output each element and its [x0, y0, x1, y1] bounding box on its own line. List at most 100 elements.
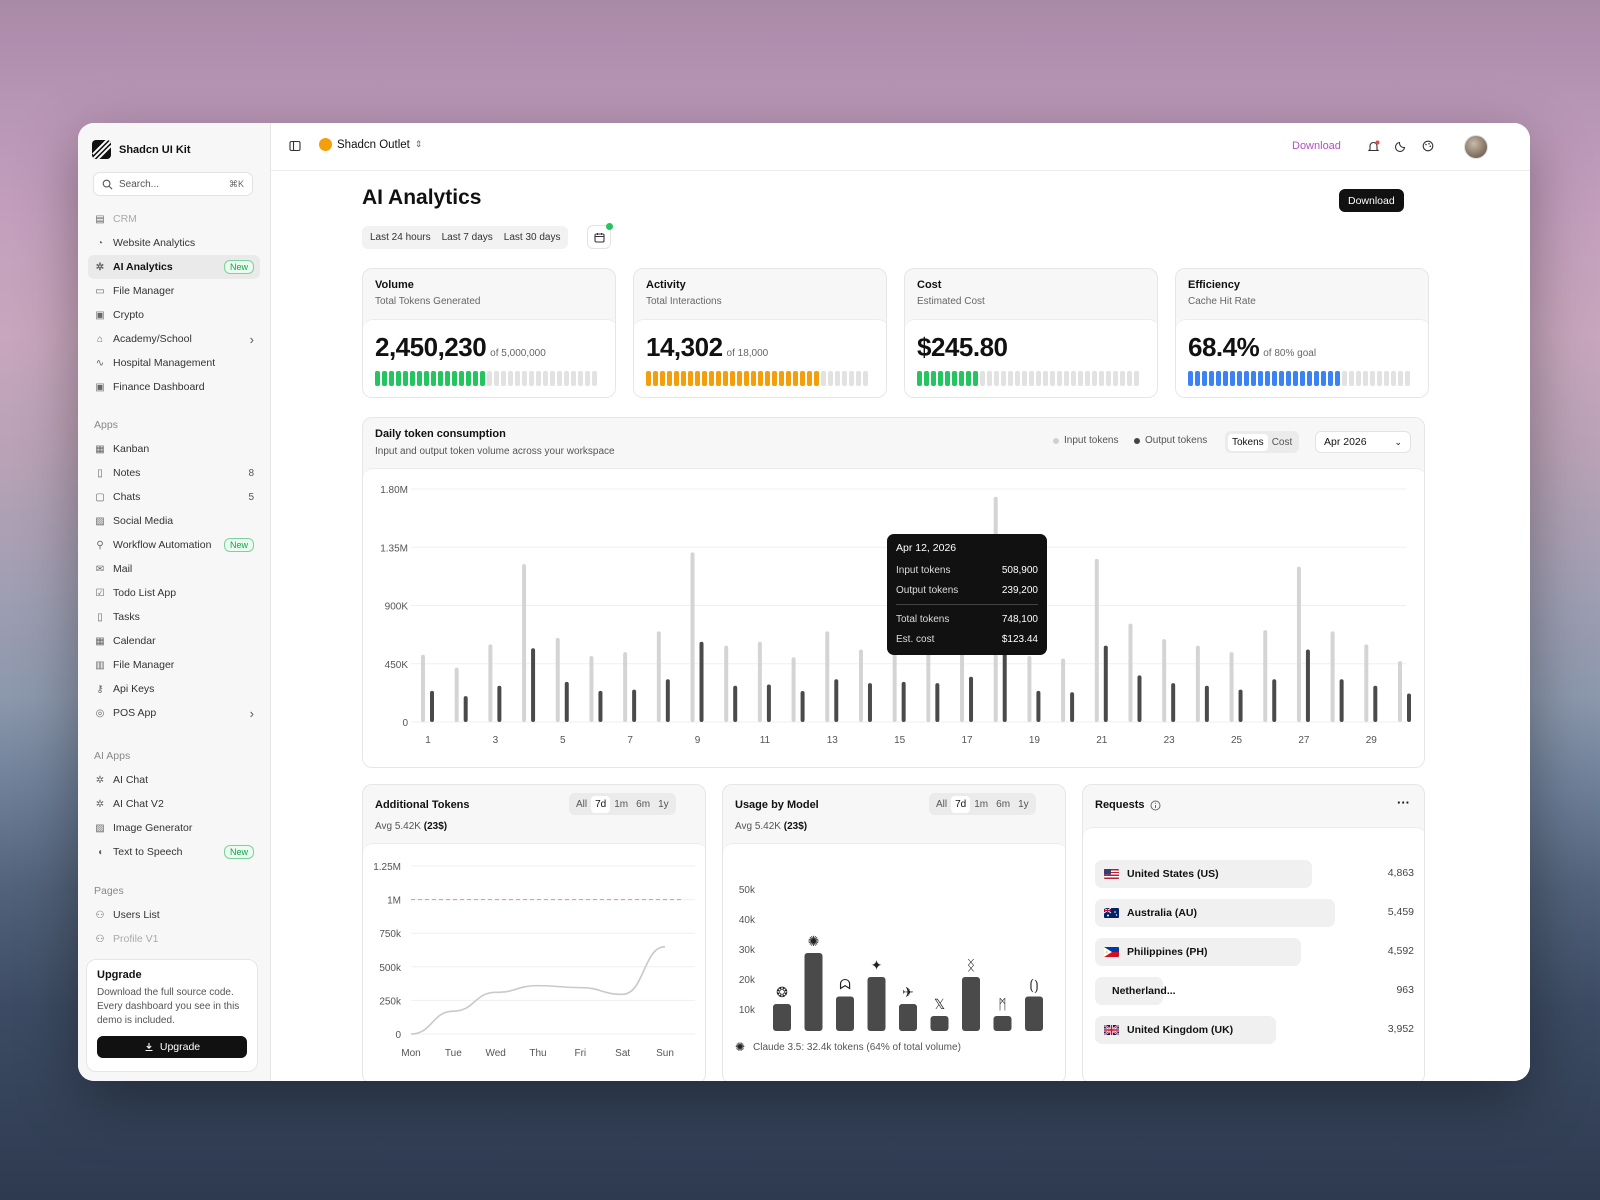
- request-row[interactable]: United States (US): [1095, 860, 1312, 888]
- range-30d[interactable]: Last 30 days: [504, 232, 561, 243]
- sidebar-item-todo-list-app[interactable]: ☑ Todo List App: [88, 581, 260, 605]
- sidebar-item-calendar[interactable]: ▦ Calendar: [88, 629, 260, 653]
- range-tab-1y[interactable]: 1y: [654, 796, 673, 813]
- sidebar-item-notes[interactable]: ▯ Notes 8: [88, 461, 260, 485]
- sidebar-item-file-manager[interactable]: ▭ File Manager: [88, 279, 260, 303]
- store-switcher[interactable]: Shadcn Outlet ⇕: [319, 138, 422, 151]
- sidebar-item-workflow-automation[interactable]: ⚲ Workflow Automation New: [88, 533, 260, 557]
- sidebar-item-pos-app[interactable]: ◎ POS App ›: [88, 701, 260, 725]
- sidebar-item-ai-chat-v2[interactable]: ✲ AI Chat V2: [88, 792, 260, 816]
- range-tab-7d[interactable]: 7d: [951, 795, 971, 813]
- sidebar-item-social-media[interactable]: ▨ Social Media: [88, 509, 260, 533]
- bar-output-tokens[interactable]: [531, 648, 536, 722]
- sidebar-toggle-icon[interactable]: [289, 140, 301, 155]
- range-tab-all[interactable]: All: [932, 796, 951, 813]
- bar-input-tokens[interactable]: [858, 649, 863, 722]
- bar-input-tokens[interactable]: [724, 645, 729, 722]
- sidebar-item-crm[interactable]: ▤ CRM: [88, 207, 260, 231]
- model-bar[interactable]: [993, 1016, 1012, 1031]
- bar-output-tokens[interactable]: [632, 689, 637, 722]
- sidebar-item-profile-v1[interactable]: ⚇ Profile V1: [88, 927, 260, 951]
- more-options-icon[interactable]: ···: [1397, 795, 1410, 810]
- bar-input-tokens[interactable]: [656, 631, 661, 722]
- bar-output-tokens[interactable]: [1137, 675, 1142, 722]
- bar-output-tokens[interactable]: [1171, 683, 1176, 722]
- sidebar-item-academy-school[interactable]: ⌂ Academy/School ›: [88, 327, 260, 351]
- sidebar-item-chats[interactable]: ▢ Chats 5: [88, 485, 260, 509]
- sidebar-item-text-to-speech[interactable]: ◖ Text to Speech New: [88, 840, 260, 864]
- bar-input-tokens[interactable]: [1094, 558, 1099, 722]
- sidebar-item-users-list[interactable]: ⚇ Users List: [88, 903, 260, 927]
- sidebar-item-image-generator[interactable]: ▨ Image Generator: [88, 816, 260, 840]
- bar-input-tokens[interactable]: [791, 657, 796, 722]
- bar-output-tokens[interactable]: [665, 679, 670, 722]
- sidebar-item-hospital-management[interactable]: ∿ Hospital Management: [88, 351, 260, 375]
- request-row[interactable]: Netherland...: [1095, 977, 1176, 1005]
- bar-output-tokens[interactable]: [766, 684, 771, 722]
- toggle-tokens[interactable]: Tokens: [1228, 433, 1268, 451]
- bar-input-tokens[interactable]: [454, 667, 459, 722]
- calendar-button[interactable]: [587, 223, 613, 249]
- bar-output-tokens[interactable]: [1373, 685, 1378, 722]
- bar-input-tokens[interactable]: [757, 641, 762, 722]
- moon-icon[interactable]: [1394, 140, 1407, 155]
- bar-output-tokens[interactable]: [867, 683, 872, 722]
- bar-input-tokens[interactable]: [1398, 661, 1402, 722]
- bell-icon[interactable]: [1367, 140, 1380, 156]
- bar-input-tokens[interactable]: [825, 631, 830, 722]
- range-7d[interactable]: Last 7 days: [442, 232, 493, 243]
- sidebar-item-tasks[interactable]: ▯ Tasks: [88, 605, 260, 629]
- bar-input-tokens[interactable]: [589, 655, 594, 722]
- search-input[interactable]: Search... ⌘K: [93, 172, 253, 196]
- sidebar-item-ai-analytics[interactable]: ✲ AI Analytics New: [88, 255, 260, 279]
- bar-input-tokens[interactable]: [690, 552, 695, 722]
- bar-output-tokens[interactable]: [497, 685, 502, 722]
- bar-input-tokens[interactable]: [1229, 652, 1234, 722]
- sidebar-item-website-analytics[interactable]: ◔ Website Analytics: [88, 231, 260, 255]
- bar-input-tokens[interactable]: [421, 654, 425, 722]
- month-select[interactable]: Apr 2026 ⌄: [1315, 431, 1411, 453]
- bar-output-tokens[interactable]: [1036, 690, 1041, 722]
- model-bar[interactable]: [1025, 996, 1043, 1032]
- range-tab-all[interactable]: All: [572, 796, 591, 813]
- bar-input-tokens[interactable]: [522, 564, 527, 722]
- bar-output-tokens[interactable]: [1305, 649, 1310, 722]
- upgrade-button[interactable]: Upgrade: [97, 1036, 247, 1058]
- user-avatar[interactable]: [1464, 135, 1488, 159]
- bar-input-tokens[interactable]: [555, 637, 560, 722]
- bar-output-tokens[interactable]: [564, 681, 569, 722]
- toggle-cost[interactable]: Cost: [1268, 434, 1297, 451]
- bar-output-tokens[interactable]: [1204, 685, 1209, 722]
- model-bar[interactable]: [773, 1004, 791, 1031]
- bar-output-tokens[interactable]: [430, 690, 434, 722]
- sidebar-item-kanban[interactable]: ▦ Kanban: [88, 437, 260, 461]
- bar-input-tokens[interactable]: [623, 652, 628, 722]
- range-tab-1y[interactable]: 1y: [1014, 796, 1033, 813]
- bar-input-tokens[interactable]: [1162, 639, 1167, 722]
- sidebar-item-mail[interactable]: ✉ Mail: [88, 557, 260, 581]
- range-tab-7d[interactable]: 7d: [591, 795, 611, 813]
- download-button[interactable]: Download: [1339, 189, 1404, 212]
- bar-input-tokens[interactable]: [1061, 658, 1066, 722]
- palette-icon[interactable]: [1422, 140, 1434, 155]
- bar-output-tokens[interactable]: [901, 681, 906, 722]
- bar-input-tokens[interactable]: [488, 644, 493, 722]
- bar-input-tokens[interactable]: [1364, 644, 1369, 722]
- bar-input-tokens[interactable]: [1263, 630, 1268, 722]
- bar-output-tokens[interactable]: [1238, 689, 1243, 722]
- bar-input-tokens[interactable]: [1128, 623, 1133, 722]
- range-tab-1m[interactable]: 1m: [610, 796, 632, 813]
- sidebar-item-crypto[interactable]: ▣ Crypto: [88, 303, 260, 327]
- range-tab-6m[interactable]: 6m: [632, 796, 654, 813]
- sidebar-item-ai-chat[interactable]: ✲ AI Chat: [88, 768, 260, 792]
- bar-output-tokens[interactable]: [935, 683, 940, 722]
- request-row[interactable]: Philippines (PH): [1095, 938, 1302, 966]
- additional-tokens-line[interactable]: [410, 945, 666, 1035]
- request-row[interactable]: Australia (AU): [1095, 899, 1335, 927]
- bar-output-tokens[interactable]: [1272, 679, 1277, 722]
- model-bar[interactable]: [867, 977, 886, 1031]
- bar-output-tokens[interactable]: [699, 641, 704, 722]
- range-tab-1m[interactable]: 1m: [970, 796, 992, 813]
- model-bar[interactable]: [930, 1016, 949, 1031]
- bar-output-tokens[interactable]: [1407, 693, 1411, 722]
